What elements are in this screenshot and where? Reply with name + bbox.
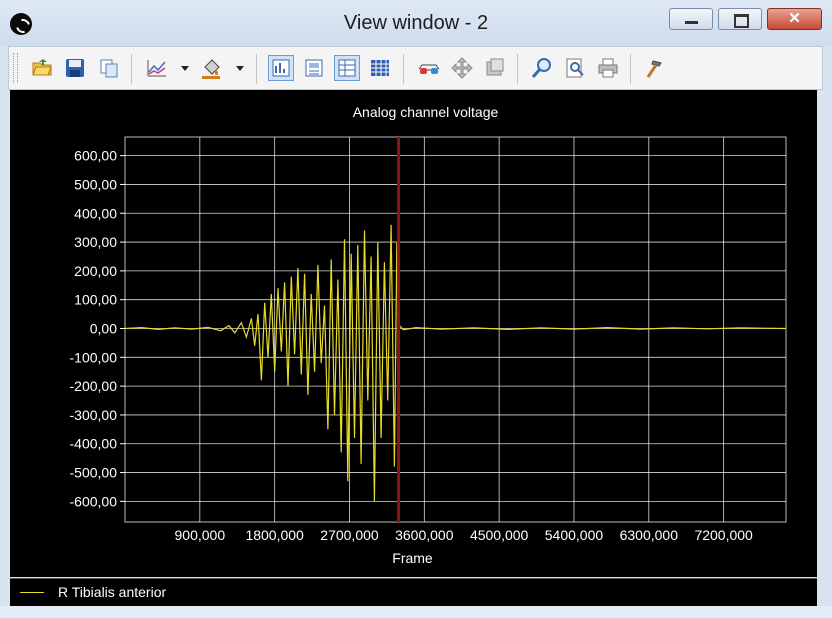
legend[interactable]: R Tibialis anterior	[10, 578, 817, 607]
y-tick-label: -100,00	[70, 349, 118, 365]
y-tick-label: 200,00	[74, 263, 117, 279]
table-icon[interactable]	[367, 55, 393, 81]
y-tick-label: -300,00	[70, 407, 118, 423]
y-tick-label: 600,00	[74, 148, 117, 164]
fill-color-dropdown-icon[interactable]	[236, 66, 244, 71]
x-tick-label: 4500,000	[470, 527, 529, 543]
toolbar-separator	[630, 54, 631, 84]
minimize-button[interactable]	[669, 8, 713, 30]
y-tick-label: 400,00	[74, 205, 117, 221]
toolbar-grip[interactable]	[13, 53, 18, 83]
chart-type-icon[interactable]	[144, 55, 170, 81]
y-tick-label: 0,00	[90, 321, 117, 337]
copy-icon[interactable]	[96, 55, 122, 81]
y-tick-label: 100,00	[74, 292, 117, 308]
x-tick-label: 1800,000	[245, 527, 304, 543]
zoom-icon[interactable]	[529, 55, 555, 81]
y-tick-label: 300,00	[74, 234, 117, 250]
x-axis-label: Frame	[392, 550, 433, 566]
close-icon: ✕	[788, 10, 801, 27]
x-tick-label: 6300,000	[620, 527, 679, 543]
layout-1-icon[interactable]	[268, 55, 294, 81]
x-tick-label: 3600,000	[395, 527, 454, 543]
x-tick-label: 7200,000	[694, 527, 753, 543]
layout-3-icon[interactable]	[334, 55, 360, 81]
save-icon[interactable]	[62, 55, 88, 81]
series-line-r-tibialis-anterior	[124, 224, 787, 502]
window-bottom-border	[0, 606, 832, 618]
print-icon[interactable]	[595, 55, 621, 81]
x-tick-label: 5400,000	[545, 527, 604, 543]
open-icon[interactable]	[29, 55, 55, 81]
chart-title: Analog channel voltage	[353, 104, 499, 120]
x-tick-label: 2700,000	[320, 527, 379, 543]
screen-icon[interactable]	[482, 55, 508, 81]
toolbar	[8, 46, 823, 90]
y-tick-label: -200,00	[70, 378, 118, 394]
chart-type-dropdown-icon[interactable]	[181, 66, 189, 71]
x-tick-label: 900,000	[175, 527, 226, 543]
plot-area[interactable]: Analog channel voltage 600,00 500,00 400,00…	[10, 90, 817, 577]
page-zoom-icon[interactable]	[562, 55, 588, 81]
y-tick-label: -600,00	[70, 493, 118, 509]
toolbar-separator	[403, 54, 404, 84]
toolbar-separator	[256, 54, 257, 84]
plot-frame	[124, 136, 787, 523]
fill-color-icon[interactable]	[198, 55, 224, 81]
toolbar-separator	[517, 54, 518, 84]
y-tick-label: 500,00	[74, 176, 117, 192]
y-tick-label: -500,00	[70, 465, 118, 481]
y-tick-label: -400,00	[70, 436, 118, 452]
toolbar-separator	[131, 54, 132, 84]
move-icon[interactable]	[449, 55, 475, 81]
maximize-button[interactable]	[718, 8, 762, 30]
layout-2-icon[interactable]	[301, 55, 327, 81]
glasses-icon[interactable]	[416, 55, 442, 81]
title-bar[interactable]: View window - 2 ✕	[0, 0, 832, 46]
close-button[interactable]: ✕	[767, 8, 822, 30]
legend-label: R Tibialis anterior	[58, 584, 167, 600]
hammer-icon[interactable]	[643, 55, 669, 81]
view-window: View window - 2 ✕ Analog channel voltage…	[0, 0, 832, 618]
legend-line-swatch	[20, 592, 44, 593]
chart-svg: Analog channel voltage 600,00 500,00 400,00…	[70, 104, 787, 566]
